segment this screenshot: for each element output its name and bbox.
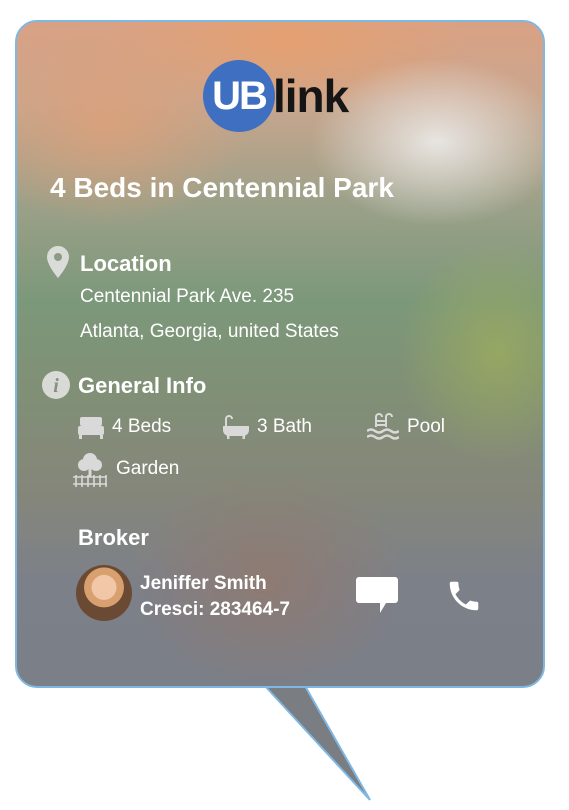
property-card: UB link 4 Beds in Centennial Park Locati…: [15, 20, 545, 688]
garden-icon: [73, 453, 107, 487]
ublink-logo: UB link: [203, 57, 349, 135]
feature-bath: 3 Bath: [223, 415, 312, 439]
listing-title: 4 Beds in Centennial Park: [50, 172, 394, 203]
bed-icon: [78, 417, 104, 439]
location-pin-icon: [47, 246, 69, 278]
broker-name: Jeniffer Smith: [140, 573, 267, 594]
info-icon: i: [42, 371, 70, 399]
feature-label: 4 Beds: [112, 416, 172, 437]
phone-icon[interactable]: [445, 577, 483, 615]
location-address-line2: Atlanta, Georgia, united States: [80, 321, 339, 342]
general-info-heading: General Info: [78, 373, 207, 398]
feature-label: 3 Bath: [257, 416, 312, 437]
feature-pool: Pool: [367, 413, 445, 441]
svg-text:i: i: [53, 375, 59, 397]
chat-icon[interactable]: [356, 577, 398, 615]
bathtub-icon: [223, 415, 249, 439]
feature-label: Pool: [407, 416, 446, 437]
logo-circle: UB: [203, 60, 275, 132]
feature-beds: 4 Beds: [78, 415, 171, 439]
feature-label: Garden: [116, 458, 180, 479]
broker-cresci-number: Cresci: 283464-7: [140, 599, 290, 620]
broker-heading: Broker: [78, 525, 149, 550]
location-heading: Location: [80, 251, 172, 276]
broker-avatar: [76, 565, 132, 621]
pool-icon: [367, 413, 399, 440]
feature-garden: Garden: [72, 451, 179, 487]
location-address-line1: Centennial Park Ave. 235: [80, 286, 295, 307]
logo-text: link: [273, 70, 349, 122]
